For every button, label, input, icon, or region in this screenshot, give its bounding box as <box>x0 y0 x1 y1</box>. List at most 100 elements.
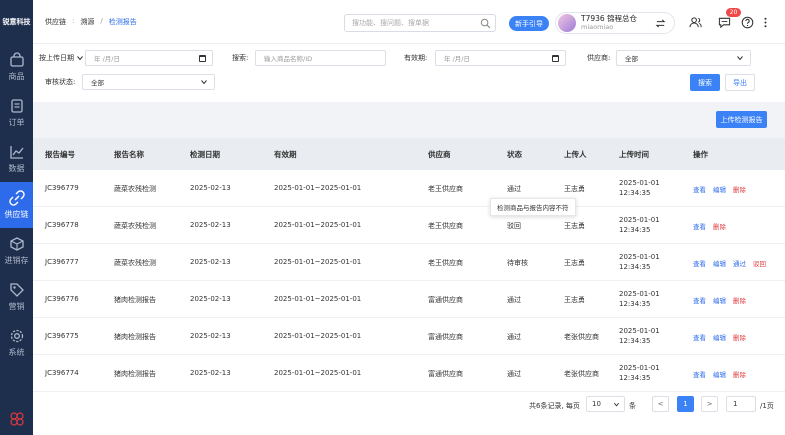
upload-date-filter-selector[interactable]: 按上传日期 <box>39 50 84 66</box>
upload-time-cell: 2025-01-01 12:34:35 <box>619 326 660 346</box>
product-search-input[interactable]: 输入商品名称/ID <box>255 50 386 66</box>
sidebar-item-system[interactable]: 系统 <box>0 320 33 366</box>
row-action-link[interactable]: 编辑 <box>713 184 726 194</box>
status-cell: 待审核 <box>507 259 528 267</box>
calendar-icon[interactable] <box>552 55 559 62</box>
more-vertical-icon[interactable] <box>759 16 772 29</box>
row-action-link[interactable]: 查看 <box>693 332 706 342</box>
beginner-guide-button[interactable]: 新手引导 <box>509 16 549 31</box>
validity-date-input[interactable]: 年 /月/日 <box>435 50 566 66</box>
test-date-cell: 2025-02-13 <box>190 258 231 266</box>
breadcrumb-item[interactable]: 溯源 <box>80 17 94 27</box>
audit-status-select[interactable]: 全部 <box>82 74 215 90</box>
global-search-input[interactable]: 搜功能、搜问题、搜单据 <box>344 14 496 32</box>
page-size-value: 10 <box>592 400 601 408</box>
prev-page-button[interactable]: < <box>652 396 669 412</box>
upload-clock-text: 12:34:35 <box>619 263 651 271</box>
table-row: JC396779 蔬菜农残检测 2025-02-13 2025-01-01~2025-… <box>33 170 785 207</box>
column-header: 状态 <box>507 150 522 159</box>
validity-cell: 2025-01-01~2025-01-01 <box>274 295 362 303</box>
calendar-icon[interactable] <box>199 55 206 62</box>
report-table-panel: 上传检测报告 报告编号 报告名称 检测日期 有效期 供应商 状态 上传人 上传时… <box>33 102 785 435</box>
date-placeholder: 年 /月/日 <box>444 55 470 63</box>
column-header: 有效期 <box>274 150 297 159</box>
chevron-down-icon <box>77 56 83 61</box>
uploader-cell: 老张供应商 <box>564 333 599 341</box>
row-action-link[interactable]: 查看 <box>693 258 706 268</box>
user-subname: miaomiao <box>581 23 614 31</box>
flower-icon[interactable] <box>9 411 25 427</box>
search-placeholder: 搜功能、搜问题、搜单据 <box>352 19 429 27</box>
upload-report-button[interactable]: 上传检测报告 <box>716 111 767 128</box>
sidebar-item-label: 数据 <box>8 164 25 173</box>
row-action-link[interactable]: 通过 <box>733 258 746 268</box>
column-header: 报告名称 <box>114 150 144 159</box>
sidebar-item-goods[interactable]: 商品 <box>0 44 33 90</box>
audit-selected-value: 全部 <box>91 79 104 87</box>
test-date-cell: 2025-02-13 <box>190 369 231 377</box>
export-button[interactable]: 导出 <box>725 74 755 91</box>
goto-page-input[interactable]: 1 <box>726 396 756 412</box>
page-size-unit: 条 <box>629 402 636 410</box>
sidebar-item-inventory[interactable]: 进销存 <box>0 228 33 274</box>
page-number-button[interactable]: 1 <box>677 396 694 412</box>
avatar <box>558 14 576 32</box>
row-action-link[interactable]: 查看 <box>693 295 706 305</box>
user-account-switcher[interactable]: T7936 锦程总仓 miaomiao <box>555 12 675 34</box>
reject-reason-tooltip: 检测商品与报告内容不符 <box>490 198 576 216</box>
row-action-link[interactable]: 删除 <box>713 221 726 231</box>
row-action-link[interactable]: 查看 <box>693 184 706 194</box>
next-page-button[interactable]: > <box>701 396 718 412</box>
column-header: 报告编号 <box>45 150 75 159</box>
upload-time-cell: 2025-01-01 12:34:35 <box>619 363 660 383</box>
inventory-icon <box>9 237 24 251</box>
upload-clock-text: 12:34:35 <box>619 189 651 197</box>
supplier-label: 供应商: <box>587 54 611 62</box>
sidebar-item-data[interactable]: 数据 <box>0 136 33 182</box>
report-name-cell: 猪肉检测报告 <box>114 370 156 378</box>
upload-clock-text: 12:34:35 <box>619 300 651 308</box>
top-header: 供应链 : 溯源 / 检测报告 搜功能、搜问题、搜单据 新手引导 T7936 锦… <box>33 0 785 44</box>
help-icon[interactable] <box>741 16 754 29</box>
upload-date-input[interactable]: 年 /月/日 <box>85 50 213 66</box>
search-button[interactable]: 搜索 <box>690 74 720 91</box>
row-action-link[interactable]: 编辑 <box>713 369 726 379</box>
filter-panel: 按上传日期 年 /月/日 搜索: 输入商品名称/ID 有效期: 年 /月/日 供… <box>33 44 785 102</box>
supplier-cell: 老王供应商 <box>428 185 463 193</box>
users-icon[interactable] <box>689 16 702 29</box>
breadcrumb-item[interactable]: 供应链 <box>45 17 66 27</box>
sidebar-item-orders[interactable]: 订单 <box>0 90 33 136</box>
test-date-cell: 2025-02-13 <box>190 332 231 340</box>
row-action-link[interactable]: 编辑 <box>713 295 726 305</box>
upload-time-cell: 2025-01-01 12:34:35 <box>619 178 660 198</box>
row-action-link[interactable]: 查看 <box>693 221 706 231</box>
sidebar-item-marketing[interactable]: 营销 <box>0 274 33 320</box>
table-row: JC396777 蔬菜农残检测 2025-02-13 2025-01-01~2025-… <box>33 244 785 281</box>
row-action-link[interactable]: 删除 <box>733 369 746 379</box>
validity-cell: 2025-01-01~2025-01-01 <box>274 332 362 340</box>
message-icon[interactable] <box>718 16 731 29</box>
supplier-selected-value: 全部 <box>625 55 638 63</box>
validity-cell: 2025-01-01~2025-01-01 <box>274 258 362 266</box>
supplier-select[interactable]: 全部 <box>616 50 751 66</box>
status-cell: 通过 <box>507 296 521 304</box>
total-pages: /1页 <box>760 402 774 410</box>
chevron-down-icon <box>201 80 207 85</box>
row-action-link[interactable]: 编辑 <box>713 332 726 342</box>
date-placeholder: 年 /月/日 <box>94 55 120 63</box>
row-action-link[interactable]: 编辑 <box>713 258 726 268</box>
search-icon[interactable] <box>480 18 491 29</box>
row-action-link[interactable]: 驳回 <box>753 258 766 268</box>
row-action-link[interactable]: 删除 <box>733 295 746 305</box>
page-size-select[interactable]: 10 <box>586 396 625 412</box>
audit-status-label: 审核状态: <box>45 78 76 86</box>
upload-date-text: 2025-01-01 <box>619 253 660 261</box>
row-action-link[interactable]: 删除 <box>733 332 746 342</box>
uploader-cell: 王志勇 <box>564 222 585 230</box>
row-action-link[interactable]: 查看 <box>693 369 706 379</box>
upload-clock-text: 12:34:35 <box>619 226 651 234</box>
sidebar-item-supply-chain[interactable]: 供应链 <box>0 182 33 228</box>
column-header: 操作 <box>693 150 708 159</box>
upload-date-text: 2025-01-01 <box>619 364 660 372</box>
row-action-link[interactable]: 删除 <box>733 184 746 194</box>
